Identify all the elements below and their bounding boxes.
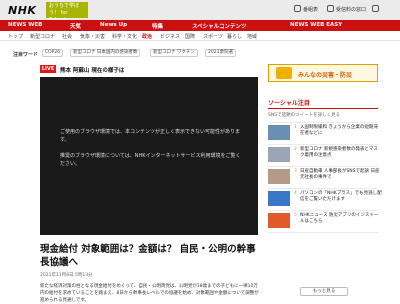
article-headline: 現金給付 対象範囲は？金額は？ 自民・公明の幹事長協議へ	[40, 244, 256, 268]
cat-international[interactable]: 国際	[185, 33, 195, 40]
top-link-1[interactable]: 番組表	[303, 6, 318, 13]
browser-warning: ご使用のブラウザ環境では、本コンテンツが正しく表示できない可能性があります。 推…	[60, 128, 245, 176]
social-title: ソーシャル注目	[268, 100, 310, 107]
nav-special-contents[interactable]: スペシャルコンテンツ	[192, 22, 247, 30]
divider	[268, 108, 378, 109]
sidebar-item[interactable]: 入国制限緩和 きょうから企業の短期滞在者などに	[300, 125, 382, 137]
keyword-tag[interactable]: 新型コロナ 日本国内の感染者数	[70, 49, 141, 57]
divider	[268, 210, 378, 211]
env-link-text[interactable]: 推奨のブラウザ環境については、NHKインターネットサービス利用環境をご覧ください…	[60, 152, 245, 168]
cat-society[interactable]: 社会	[62, 33, 72, 40]
cat-corona[interactable]: 新型コロナ	[30, 33, 55, 40]
article-body: 新たな経済対策の柱となる現金給付をめぐって、自民・公明両党は、公明党が18歳まで…	[40, 284, 259, 303]
rank-number: 5	[294, 213, 297, 218]
sidebar-item[interactable]: 日産自動車 人事部長がSNSで起訴 日産元社長の事件で	[300, 169, 382, 181]
rank-number: 4	[294, 191, 297, 196]
nav-news-up[interactable]: News Up	[100, 22, 127, 28]
nav-news-web[interactable]: NEWS WEB	[8, 22, 42, 28]
receipt-icon[interactable]	[327, 5, 334, 12]
divider	[268, 232, 378, 233]
tv-schedule-icon[interactable]	[294, 5, 301, 12]
sidebar-item[interactable]: NHKニュース 防災アプリのインストールはこちら	[300, 213, 382, 225]
cat-life[interactable]: 暮らし	[227, 33, 242, 40]
cat-top[interactable]: トップ	[8, 33, 23, 40]
social-desc: SNSで話題のツイートを詳しく見る	[268, 113, 341, 118]
news-thumbnail[interactable]	[268, 169, 290, 184]
rank-number: 2	[294, 147, 297, 152]
divider	[268, 122, 378, 123]
cat-science[interactable]: 科学・文化	[112, 33, 137, 40]
cat-region[interactable]: 地域	[247, 33, 257, 40]
nav-special[interactable]: 特集	[152, 22, 163, 30]
keyword-tag[interactable]: COP26	[42, 49, 64, 57]
cat-business[interactable]: ビジネス	[160, 33, 180, 40]
keyword-tag[interactable]: 2021衆院選	[205, 49, 236, 57]
more-button[interactable]: もっと見る	[300, 287, 348, 296]
sidebar-item[interactable]: パソコンの「NHKプラス」でも見逃し配信をご覧いただけます	[300, 191, 382, 203]
nav-weather[interactable]: 天気	[70, 22, 81, 30]
live-link[interactable]: 熊本 阿蘇山 現在の様子は	[60, 66, 124, 74]
disaster-banner-text[interactable]: みんなの災害・防災	[298, 70, 352, 79]
cat-weather[interactable]: 気象・災害	[80, 33, 105, 40]
divider	[268, 144, 378, 145]
rank-number: 3	[294, 169, 297, 174]
top-link-2[interactable]: 受信料の窓口	[336, 6, 366, 13]
news-thumbnail[interactable]	[268, 213, 290, 228]
divider	[268, 166, 378, 167]
cat-politics[interactable]: 政治	[142, 33, 152, 40]
news-thumbnail[interactable]	[268, 125, 290, 140]
warning-text: ご使用のブラウザ環境では、本コンテンツが正しく表示できない可能性があります。	[60, 129, 241, 143]
article-date: 2021年11月8日 5時13分	[40, 273, 93, 278]
keyword-tag[interactable]: 新型コロナ ワクチン	[150, 49, 198, 57]
news-thumbnail[interactable]	[268, 147, 290, 162]
keywords-label: 注目ワード	[13, 52, 39, 58]
cat-sports[interactable]: スポーツ	[203, 33, 223, 40]
live-badge: LIVE	[40, 65, 56, 73]
disaster-icon	[276, 67, 292, 79]
for-school-banner[interactable]: おうちで学ぼう！ for School	[46, 2, 88, 23]
nhk-logo[interactable]: NHK	[8, 4, 36, 17]
menu-icon[interactable]	[372, 5, 379, 12]
news-thumbnail[interactable]	[268, 191, 290, 206]
divider	[268, 188, 378, 189]
category-nav	[0, 31, 400, 41]
sidebar-item[interactable]: 新型コロナ 新規感染者数の発表とマスク着用の注意点	[300, 147, 382, 159]
nav-easy[interactable]: NEWS WEB EASY	[290, 22, 342, 28]
rank-number: 1	[294, 125, 297, 130]
